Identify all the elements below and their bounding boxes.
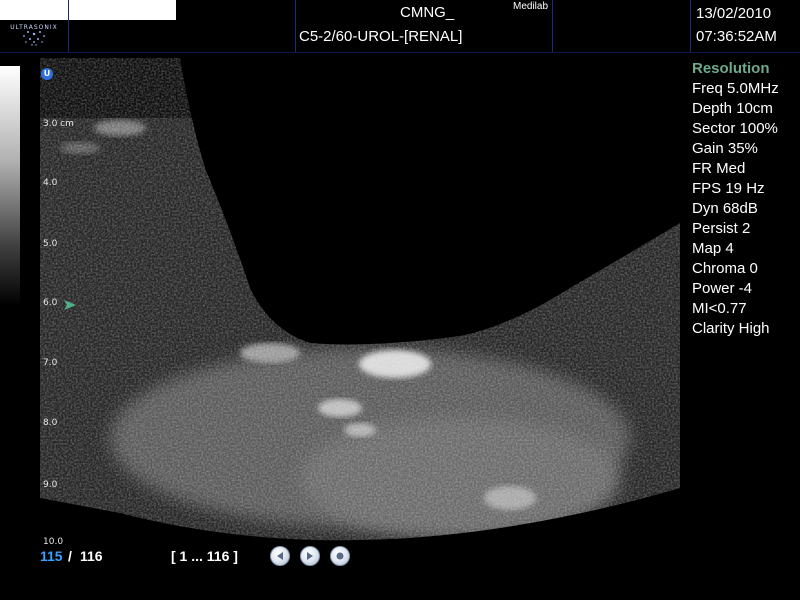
ultrasonix-logo (2, 12, 66, 52)
param-clarity: Clarity High (692, 320, 770, 337)
record-button[interactable] (330, 546, 350, 566)
exam-time: 07:36:52AM (696, 28, 777, 45)
header-divider (552, 0, 553, 52)
depth-label: 10.0 (43, 537, 64, 547)
focal-zone-marker[interactable] (64, 297, 76, 315)
param-heading[interactable]: Resolution (692, 59, 800, 79)
brand-name: ULTRASONIX (10, 24, 58, 31)
probe-preset: C5-2/60-UROL-[RENAL] (299, 28, 463, 45)
param-frame-rate: FR Med (692, 160, 746, 177)
frame-separator: / (68, 548, 72, 564)
rewind-icon (277, 552, 283, 560)
frame-range: [ 1 ... 116 ] (171, 548, 238, 564)
param-frequency: Freq 5.0MHz (692, 80, 779, 97)
imaging-parameters-panel: Resolution Freq 5.0MHz Depth 10cm Sector… (692, 59, 800, 339)
current-frame: 115 (40, 548, 63, 564)
param-dynamic-range: Dyn 68dB (692, 200, 758, 217)
param-chroma: Chroma 0 (692, 260, 758, 277)
param-power: Power -4 (692, 280, 753, 297)
header-bar: ULTRASONIX CMNG_ Medilab C5-2/60-UROL-[R… (0, 0, 800, 53)
header-divider (295, 0, 296, 52)
depth-label: 9.0 (43, 480, 58, 490)
param-gain: Gain 35% (692, 140, 758, 157)
param-mechanical-index: MI<0.77 (692, 300, 747, 317)
param-sector: Sector 100% (692, 120, 778, 137)
depth-label: 7.0 (43, 358, 58, 368)
depth-label: 8.0 (43, 418, 58, 428)
param-fps: FPS 19 Hz (692, 180, 765, 197)
hospital-name: CMNG_ (400, 4, 455, 21)
param-map: Map 4 (692, 240, 734, 257)
grayscale-bar (0, 66, 20, 306)
depth-label: 3.0 cm (43, 119, 74, 129)
depth-label: 5.0 (43, 239, 58, 249)
lab-name: Medilab (513, 1, 549, 12)
play-icon (307, 552, 313, 560)
header-divider (68, 0, 69, 52)
record-icon (336, 552, 344, 560)
param-persistence: Persist 2 (692, 220, 751, 237)
exam-date: 13/02/2010 (696, 5, 772, 22)
param-depth: Depth 10cm (692, 100, 773, 117)
orientation-marker: U (41, 68, 53, 80)
header-divider (690, 0, 691, 52)
total-frames: 116 (80, 548, 103, 564)
depth-label: 4.0 (43, 178, 58, 188)
ultrasound-image[interactable] (40, 58, 680, 548)
depth-label: 6.0 (43, 298, 58, 308)
rewind-button[interactable] (270, 546, 290, 566)
play-button[interactable] (300, 546, 320, 566)
